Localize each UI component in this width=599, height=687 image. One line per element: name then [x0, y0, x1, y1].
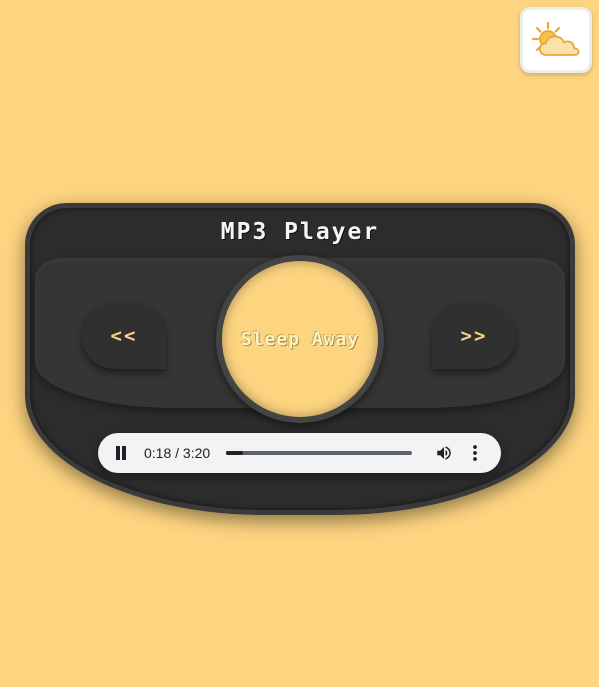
song-title: Sleep Away	[240, 328, 360, 350]
more-options-icon[interactable]	[469, 444, 481, 462]
progress-fill	[226, 451, 243, 455]
player-title: MP3 Player	[220, 219, 380, 245]
previous-track-button[interactable]: <<	[82, 303, 166, 369]
pause-icon[interactable]	[115, 446, 127, 460]
sun-cloud-icon	[531, 20, 581, 60]
song-disc: Sleep Away	[216, 255, 384, 423]
next-track-button[interactable]: >>	[432, 303, 516, 369]
volume-icon[interactable]	[435, 444, 453, 462]
time-display: 0:18 / 3:20	[144, 445, 211, 461]
progress-slider[interactable]	[226, 451, 412, 455]
audio-controls: 0:18 / 3:20	[98, 433, 501, 473]
theme-toggle-button[interactable]	[520, 7, 592, 73]
